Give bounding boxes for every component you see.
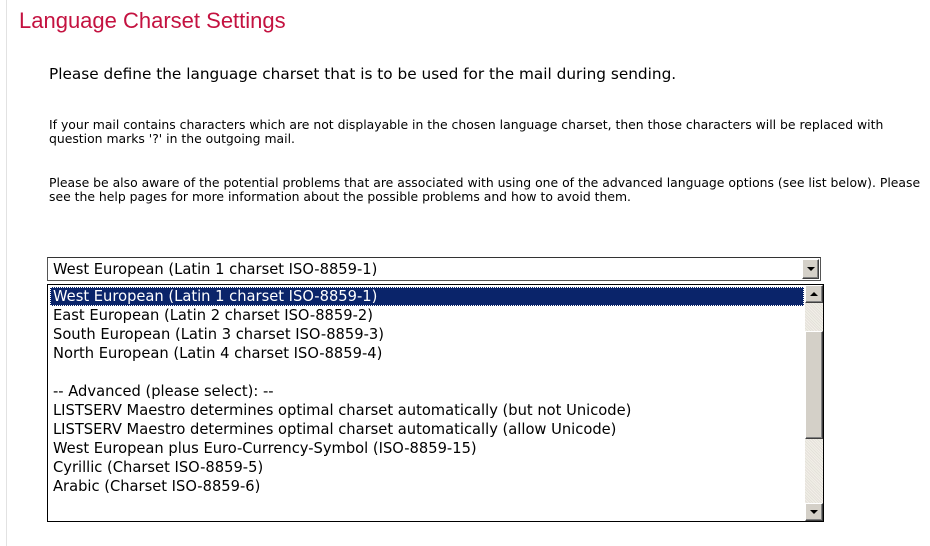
charset-option[interactable]: West European (Latin 1 charset ISO-8859-… bbox=[50, 287, 804, 306]
page-title: Language Charset Settings bbox=[19, 8, 286, 33]
charset-dropdown[interactable]: West European (Latin 1 charset ISO-8859-… bbox=[47, 257, 821, 281]
charset-option-blank[interactable] bbox=[50, 363, 804, 382]
arrow-up-icon bbox=[810, 292, 818, 296]
dropdown-toggle-button[interactable] bbox=[802, 259, 819, 279]
charset-option[interactable]: North European (Latin 4 charset ISO-8859… bbox=[50, 344, 804, 363]
arrow-down-icon bbox=[810, 510, 818, 514]
chevron-down-icon bbox=[806, 267, 815, 271]
scrollbar-thumb[interactable] bbox=[805, 331, 823, 439]
scroll-up-button[interactable] bbox=[805, 285, 823, 303]
charset-option[interactable]: East European (Latin 2 charset ISO-8859-… bbox=[50, 306, 804, 325]
scroll-down-button[interactable] bbox=[805, 503, 823, 521]
charset-option[interactable]: West European plus Euro-Currency-Symbol … bbox=[50, 439, 804, 458]
charset-dropdown-value: West European (Latin 1 charset ISO-8859-… bbox=[53, 261, 378, 278]
charset-option[interactable]: South European (Latin 3 charset ISO-8859… bbox=[50, 325, 804, 344]
warning-text: If your mail contains characters which a… bbox=[49, 117, 884, 146]
page: Language Charset Settings Please define … bbox=[0, 0, 930, 546]
list-scrollbar[interactable] bbox=[805, 285, 823, 521]
charset-options-list[interactable]: West European (Latin 1 charset ISO-8859-… bbox=[47, 284, 824, 522]
intro-text: Please define the language charset that … bbox=[49, 65, 677, 83]
advisory-text: Please be also aware of the potential pr… bbox=[49, 175, 921, 204]
charset-option[interactable]: LISTSERV Maestro determines optimal char… bbox=[50, 420, 804, 439]
options-container: West European (Latin 1 charset ISO-8859-… bbox=[50, 287, 804, 496]
charset-option[interactable]: Arabic (Charset ISO-8859-6) bbox=[50, 477, 804, 496]
charset-option[interactable]: LISTSERV Maestro determines optimal char… bbox=[50, 401, 804, 420]
charset-option[interactable]: -- Advanced (please select): -- bbox=[50, 382, 804, 401]
charset-option[interactable]: Cyrillic (Charset ISO-8859-5) bbox=[50, 458, 804, 477]
